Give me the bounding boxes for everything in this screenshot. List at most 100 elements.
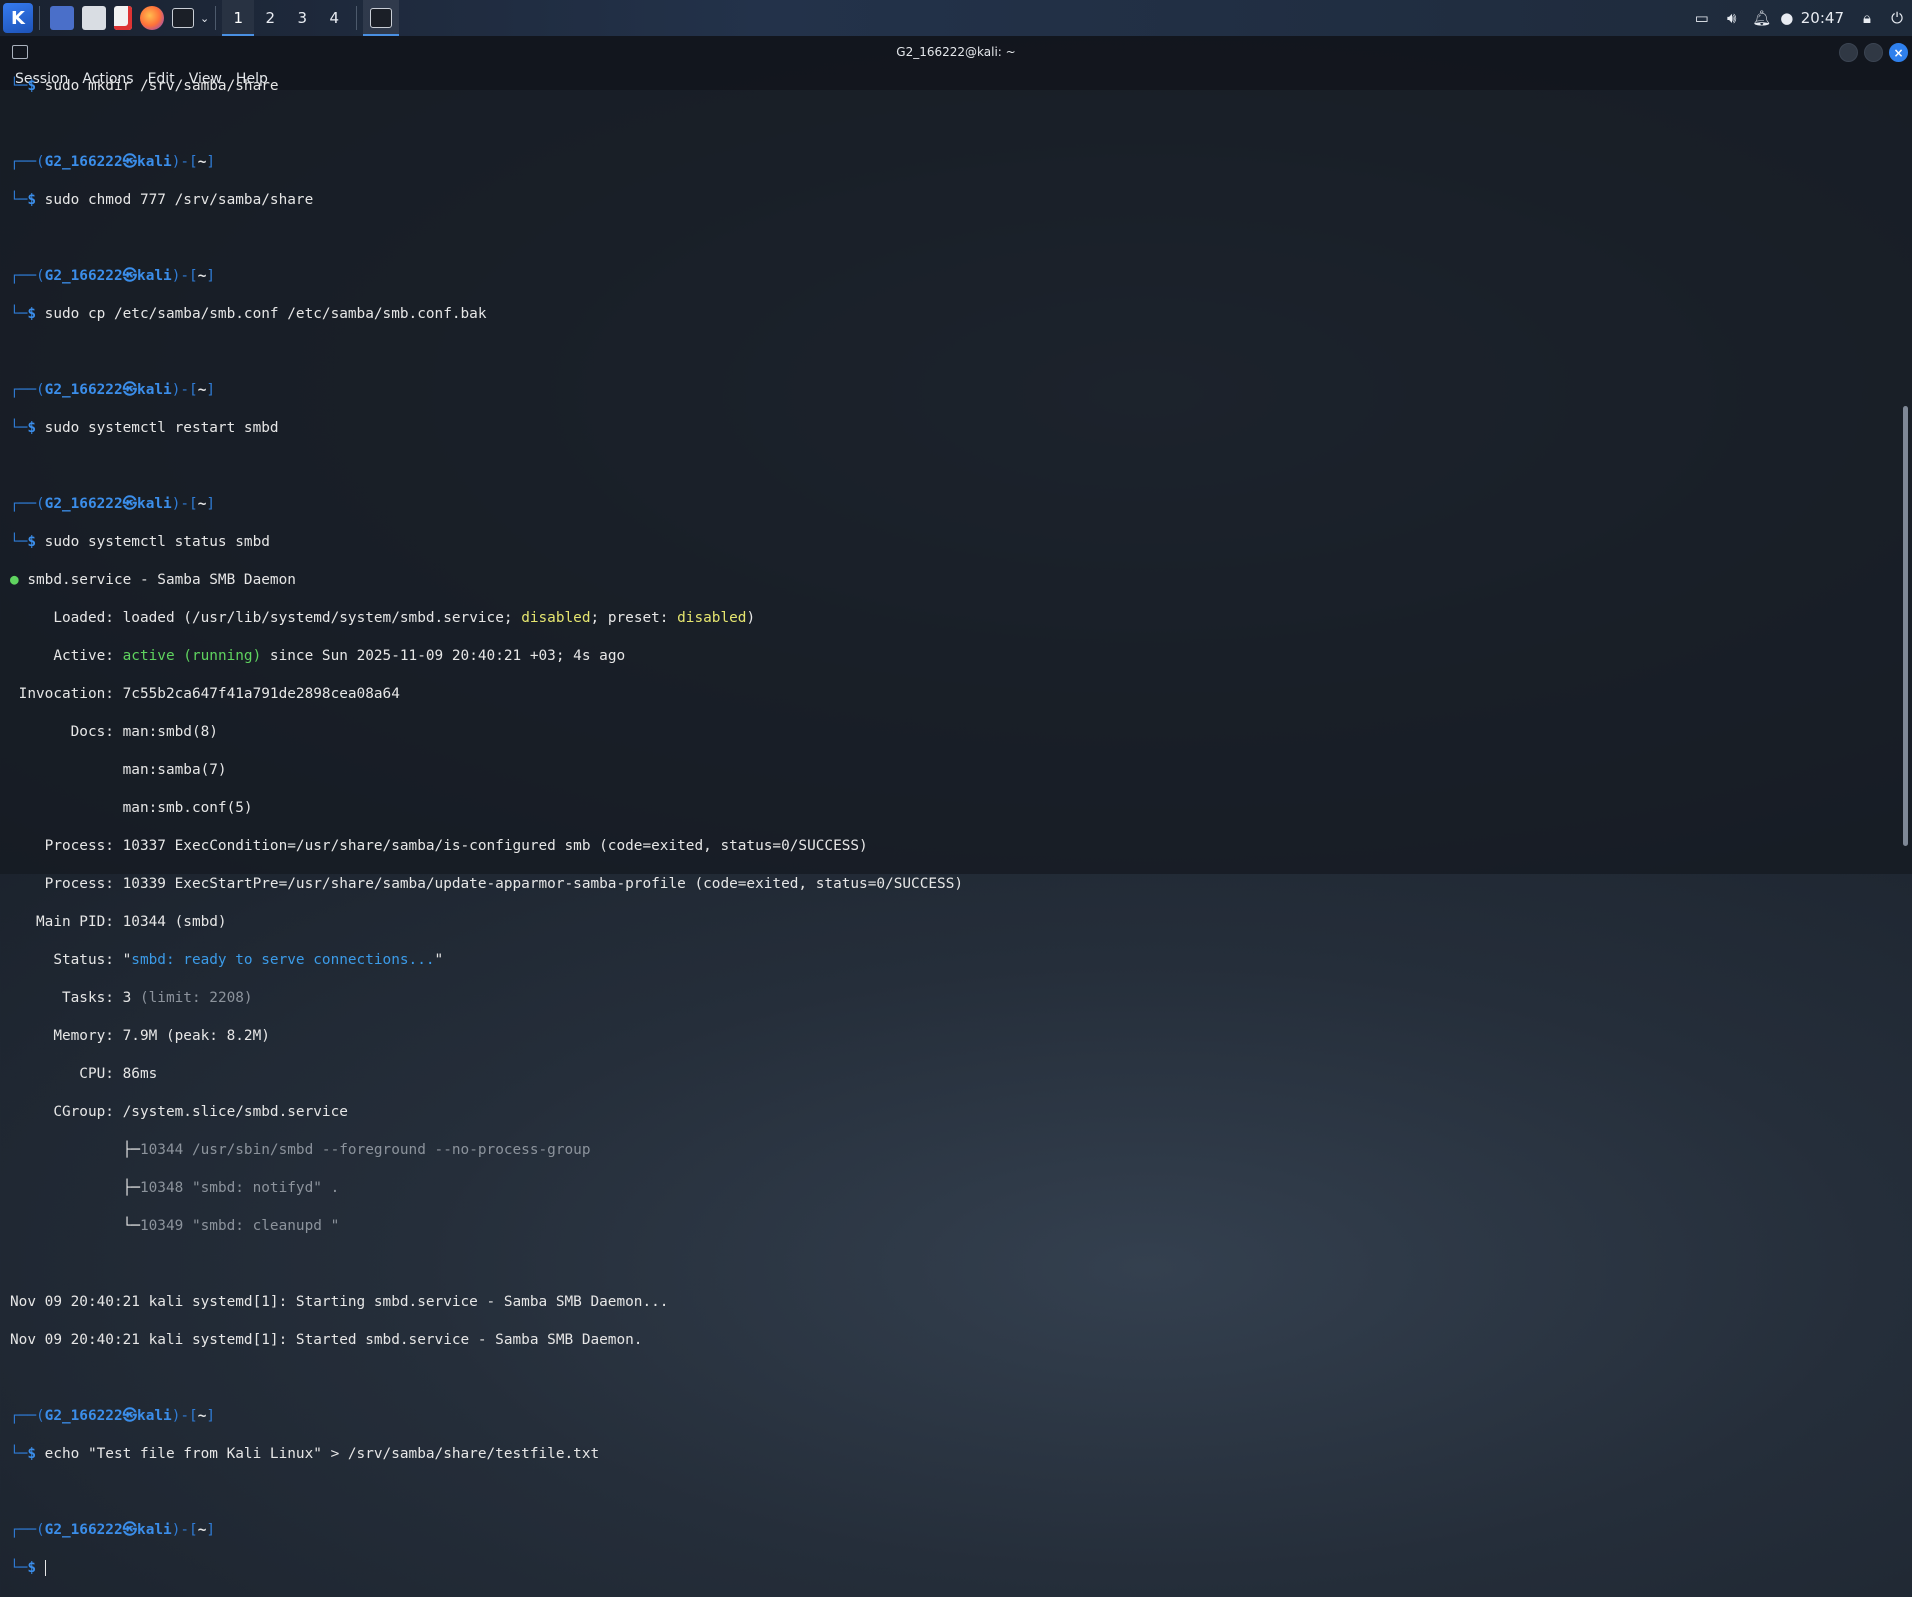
terminal-line: └─$ sudo chmod 777 /srv/samba/share — [10, 192, 314, 208]
prompt-user: G2_166222 — [44, 268, 123, 284]
prompt-line: ┌──(G2_166222㉿kali)-[~] — [10, 496, 216, 512]
loaded-path: loaded (/usr/lib/systemd/system/smbd.ser… — [122, 610, 522, 626]
prompt-dir: ~ — [197, 1408, 207, 1424]
status-line: Status: "smbd: ready to serve connection… — [10, 951, 1892, 970]
taskbar-separator — [215, 6, 217, 30]
chevron-down-icon[interactable]: ⌄ — [200, 12, 209, 25]
prompt-user: G2_166222 — [44, 496, 123, 512]
prompt-user: G2_166222 — [44, 1522, 123, 1538]
firefox-icon — [140, 6, 164, 30]
prompt-at: ㉿ — [122, 1408, 138, 1424]
display-icon[interactable]: ▭ — [1687, 0, 1717, 36]
log-line: Nov 09 20:40:21 kali systemd[1]: Startin… — [10, 1294, 669, 1310]
cgroup-process-text: 10348 "smbd: notifyd" . — [139, 1180, 340, 1196]
status-value: smbd: ready to serve connections... — [131, 952, 435, 968]
prompt-at: ㉿ — [122, 154, 138, 170]
clock-time[interactable]: 20:47 — [1797, 9, 1852, 27]
prompt-line: ┌──(G2_166222㉿kali)-[~] — [10, 382, 216, 398]
notification-bell-icon[interactable]: 🔔︎ — [1747, 0, 1777, 36]
prompt-user: G2_166222 — [44, 1408, 123, 1424]
prompt-at: ㉿ — [122, 496, 138, 512]
loaded-end: ) — [746, 610, 756, 626]
command-text: sudo systemctl status smbd — [44, 534, 270, 550]
taskbar-window-terminal[interactable] — [363, 0, 400, 36]
kali-menu-button[interactable]: K — [0, 0, 33, 36]
show-desktop-button[interactable] — [46, 0, 78, 36]
desktop-icon — [50, 6, 74, 30]
prompt-host: kali — [137, 268, 172, 284]
prompt-host: kali — [137, 382, 172, 398]
text-editor-button[interactable] — [110, 0, 136, 36]
loaded-mid: ; preset: — [590, 610, 678, 626]
cgroup-process-text: 10344 /usr/sbin/smbd --foreground --no-p… — [139, 1142, 591, 1158]
tree-branch: ├─ — [10, 1142, 140, 1158]
workspace-1[interactable]: 1 — [222, 0, 255, 36]
tree-branch: └─ — [10, 1218, 140, 1234]
terminal-line: └─$ sudo cp /etc/samba/smb.conf /etc/sam… — [10, 306, 487, 322]
cgroup-process-text: 10349 "smbd: cleanupd " — [139, 1218, 340, 1234]
command-text: sudo chmod 777 /srv/samba/share — [44, 192, 314, 208]
cgroup-process: ├─10348 "smbd: notifyd" . — [10, 1179, 1892, 1198]
loaded-label: Loaded: — [10, 610, 123, 626]
folder-icon — [82, 6, 106, 30]
workspace-4[interactable]: 4 — [318, 0, 350, 36]
terminal-line: └─$ echo "Test file from Kali Linux" > /… — [10, 1446, 600, 1462]
tasks-line: Tasks: 3 (limit: 2208) — [10, 989, 1892, 1008]
terminal-launcher-button[interactable]: ⌄ — [168, 0, 209, 36]
prompt-line: ┌──(G2_166222㉿kali)-[~] — [10, 268, 216, 284]
loaded-state: disabled — [521, 610, 591, 626]
tree-branch: ├─ — [10, 1180, 140, 1196]
window-title: G2_166222@kali: ~ — [896, 45, 1016, 59]
workspace-2[interactable]: 2 — [254, 0, 286, 36]
prompt-at: ㉿ — [122, 268, 138, 284]
terminal-icon — [172, 8, 194, 28]
log-line: Nov 09 20:40:21 kali systemd[1]: Started… — [10, 1332, 643, 1348]
text-cursor — [44, 1560, 46, 1576]
prompt-dir: ~ — [197, 1522, 207, 1538]
tasks-limit: (limit: 2208) — [139, 990, 253, 1006]
command-text: sudo cp /etc/samba/smb.conf /etc/samba/s… — [44, 306, 487, 322]
loaded-line: Loaded: loaded (/usr/lib/systemd/system/… — [10, 609, 1892, 628]
terminal-line: └─$ sudo systemctl restart smbd — [10, 420, 279, 436]
text-editor-icon — [114, 6, 132, 30]
docs-line: Docs: man:smbd(8) — [10, 724, 218, 740]
terminal-line: └─$ sudo systemctl status smbd — [10, 534, 270, 550]
active-label: Active: — [10, 648, 123, 664]
command-text: sudo mkdir /srv/samba/share — [44, 78, 279, 94]
file-manager-button[interactable] — [78, 0, 110, 36]
prompt-line: ┌──(G2_166222㉿kali)-[~] — [10, 1522, 216, 1538]
lock-icon[interactable]: 🔒︎ — [1852, 0, 1882, 36]
cpu-line: CPU: 86ms — [10, 1066, 158, 1082]
process-line: Process: 10337 ExecCondition=/usr/share/… — [10, 838, 868, 854]
tasks-label: Tasks: 3 — [10, 990, 140, 1006]
firefox-button[interactable] — [136, 0, 168, 36]
prompt-at: ㉿ — [122, 382, 138, 398]
window-menu-icon[interactable] — [12, 45, 28, 59]
terminal-icon — [370, 8, 393, 28]
input-line[interactable]: └─$ — [10, 1559, 1892, 1578]
prompt-user: G2_166222 — [44, 382, 123, 398]
docs-line: man:samba(7) — [10, 762, 227, 778]
process-line: Process: 10339 ExecStartPre=/usr/share/s… — [10, 876, 964, 892]
memory-line: Memory: 7.9M (peak: 8.2M) — [10, 1028, 270, 1044]
command-text: sudo systemctl restart smbd — [44, 420, 279, 436]
prompt-line: ┌──(G2_166222㉿kali)-[~] — [10, 154, 216, 170]
mainpid-line: Main PID: 10344 (smbd) — [10, 914, 227, 930]
command-text: echo "Test file from Kali Linux" > /srv/… — [44, 1446, 600, 1462]
workspace-3[interactable]: 3 — [286, 0, 318, 36]
service-name: smbd.service - Samba SMB Daemon — [27, 572, 296, 588]
kali-dragon-icon: K — [3, 3, 33, 33]
taskbar-separator — [356, 6, 358, 30]
power-icon[interactable]: ⏻ — [1882, 0, 1912, 36]
system-tray: ▭ 🔊︎ 🔔︎ ● 20:47 🔒︎ ⏻ — [1687, 0, 1912, 36]
volume-icon[interactable]: 🔊︎ — [1717, 0, 1747, 36]
terminal-output[interactable]: └─$ sudo mkdir /srv/samba/share ┌──(G2_1… — [10, 58, 1892, 1576]
invocation-line: Invocation: 7c55b2ca647f41a791de2898cea0… — [10, 686, 400, 702]
scrollbar[interactable] — [1903, 406, 1908, 846]
prompt-user: G2_166222 — [44, 154, 123, 170]
taskbar-separator — [39, 6, 40, 30]
terminal-line: └─$ sudo mkdir /srv/samba/share — [10, 78, 279, 94]
